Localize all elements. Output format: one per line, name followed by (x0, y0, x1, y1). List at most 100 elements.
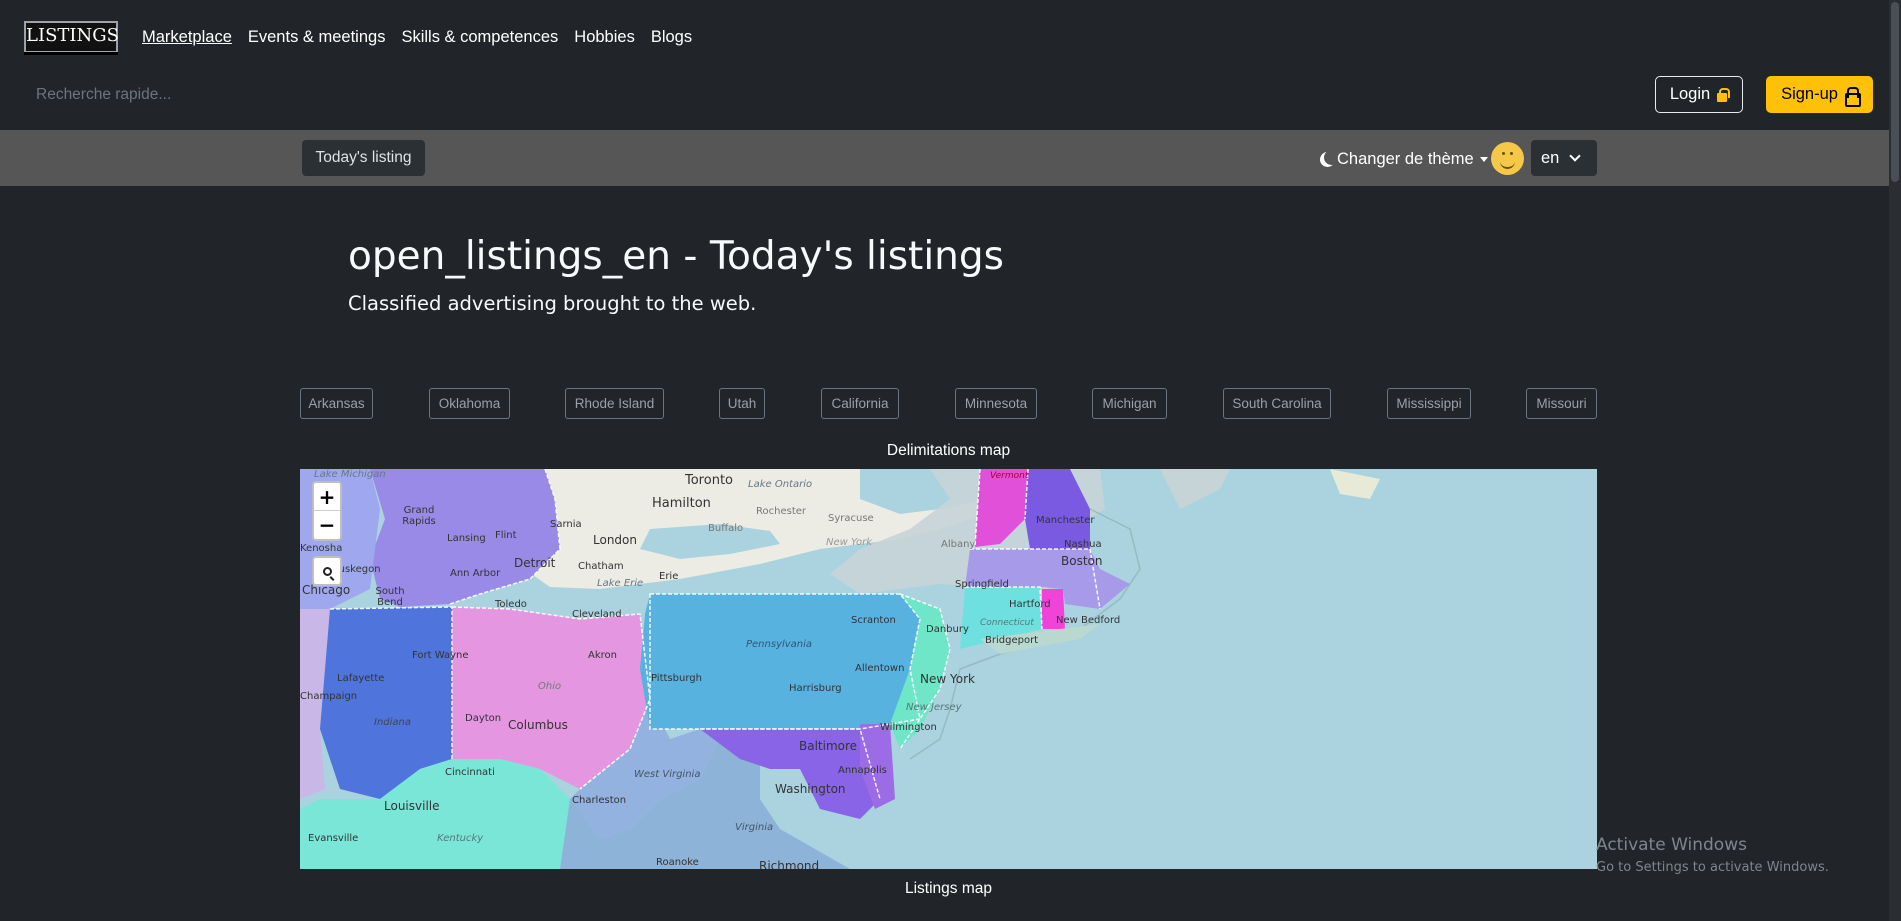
map-label-wilmington: Wilmington (880, 722, 937, 733)
language-select[interactable]: en (1531, 140, 1597, 176)
map-label-richmond: Richmond (759, 859, 820, 869)
state-chip-utah[interactable]: Utah (719, 388, 765, 419)
page-title: open_listings_en - Today's listings (348, 234, 1004, 279)
map-label-lake-ontario: Lake Ontario (748, 479, 813, 490)
map-label-south-bend: South Bend (375, 586, 405, 608)
state-chip-michigan[interactable]: Michigan (1092, 388, 1167, 419)
search-icon (322, 566, 332, 576)
map-label-virginia: Virginia (735, 822, 774, 833)
language-value: en (1541, 148, 1560, 167)
map-label-rochester: Rochester (756, 506, 806, 517)
delimitations-map-caption: Delimitations map (886, 442, 1011, 459)
map-label-lake-michigan: Lake Michigan (314, 469, 386, 480)
map-label-new-jersey: New Jersey (906, 702, 962, 713)
map-label-erie: Erie (659, 571, 679, 582)
map-label-allentown: Allentown (855, 663, 905, 674)
lock-icon (1716, 87, 1730, 102)
signup-button[interactable]: Sign-up (1766, 76, 1873, 113)
map-label-baltimore: Baltimore (799, 739, 858, 753)
state-chip-south-carolina[interactable]: South Carolina (1223, 388, 1331, 419)
map-label-nashua: Nashua (1064, 539, 1102, 550)
moon-icon (1320, 152, 1335, 167)
state-chip-arkansas[interactable]: Arkansas (300, 388, 373, 419)
map-label-west-virginia: West Virginia (634, 769, 701, 780)
map-label-new-bedford: New Bedford (1056, 615, 1121, 626)
map-label-dayton: Dayton (465, 713, 502, 724)
signup-label: Sign-up (1781, 85, 1838, 103)
map-label-albany: Albany (941, 539, 976, 550)
map-label-annapolis: Annapolis (838, 765, 887, 776)
map-label-kenosha: Kenosha (300, 543, 343, 554)
map-label-danbury: Danbury (926, 624, 969, 635)
map-label-toledo: Toledo (495, 599, 527, 610)
map-label-kentucky: Kentucky (437, 833, 484, 844)
zoom-in-button[interactable]: + (314, 483, 340, 511)
map-label-hamilton: Hamilton (652, 496, 711, 511)
top-navbar: LISTINGS Marketplace Events & meetings S… (0, 0, 1901, 130)
sub-toolbar: Today's listing Changer de thème en (0, 130, 1901, 186)
chevron-down-icon (1569, 150, 1582, 162)
map-label-hartford: Hartford (1009, 599, 1051, 610)
state-chip-california[interactable]: California (821, 388, 899, 419)
map-label-fort-wayne: Fort Wayne (412, 650, 469, 661)
smiley-icon[interactable] (1491, 142, 1524, 175)
map-label-springfield: Springfield (955, 579, 1009, 590)
nav-link-skills[interactable]: Skills & competences (401, 28, 558, 47)
scrollbar-thumb[interactable] (1891, 2, 1899, 182)
map-label-lansing: Lansing (447, 533, 486, 544)
site-logo[interactable]: LISTINGS (24, 21, 119, 55)
map-label-columbus: Columbus (508, 718, 568, 732)
nav-link-marketplace[interactable]: Marketplace (142, 28, 232, 47)
state-chip-oklahoma[interactable]: Oklahoma (429, 388, 510, 419)
page-subtitle: Classified advertising brought to the we… (348, 292, 757, 315)
map-label-toronto: Toronto (685, 473, 733, 488)
delimitations-map[interactable]: Toronto Hamilton London Chatham Detroit … (300, 469, 1597, 869)
zoom-out-button[interactable]: − (314, 511, 340, 539)
quick-search-input[interactable] (22, 80, 522, 110)
theme-dropdown[interactable]: Changer de thème (1320, 147, 1488, 171)
map-label-charleston: Charleston (572, 795, 627, 806)
map-label-lafayette: Lafayette (337, 673, 385, 684)
map-label-indiana: Indiana (374, 717, 412, 728)
map-canvas (300, 469, 1380, 869)
map-label-evansville: Evansville (308, 833, 359, 844)
map-zoom-control: + − (312, 481, 342, 541)
map-label-roanoke: Roanoke (656, 857, 699, 868)
map-label-cleveland: Cleveland (572, 609, 622, 620)
nav-link-blogs[interactable]: Blogs (651, 28, 692, 47)
state-chip-missouri[interactable]: Missouri (1526, 388, 1597, 419)
state-chip-rhode-island[interactable]: Rhode Island (565, 388, 664, 419)
map-label-lake-erie: Lake Erie (597, 578, 644, 589)
map-label-connecticut: Connecticut (980, 618, 1034, 628)
activate-windows-title: Activate Windows (1596, 835, 1747, 855)
map-label-pittsburgh: Pittsburgh (651, 673, 702, 684)
map-label-london: London (593, 533, 637, 547)
state-filter-list: Arkansas Oklahoma Rhode Island Utah Cali… (300, 388, 1597, 419)
map-label-scranton: Scranton (851, 615, 896, 626)
map-label-sarnia: Sarnia (550, 519, 582, 530)
map-label-harrisburg: Harrisburg (789, 683, 842, 694)
caret-down-icon (1479, 156, 1488, 162)
activate-windows-subtitle: Go to Settings to activate Windows. (1596, 860, 1829, 875)
map-label-flint: Flint (495, 530, 517, 541)
state-chip-mississippi[interactable]: Mississippi (1387, 388, 1471, 419)
map-label-louisville: Louisville (384, 799, 440, 813)
nav-link-events[interactable]: Events & meetings (248, 28, 386, 47)
listings-map-caption: Listings map (904, 880, 992, 897)
map-search-button[interactable] (312, 556, 342, 586)
map-label-new-york-state: New York (826, 537, 873, 548)
map-label-washington: Washington (775, 782, 846, 796)
state-chip-minnesota[interactable]: Minnesota (955, 388, 1037, 419)
map-label-grand-rapids: Grand Rapids (402, 505, 436, 527)
nav-link-hobbies[interactable]: Hobbies (574, 28, 635, 47)
map-label-champaign: Champaign (300, 691, 358, 702)
todays-listing-button[interactable]: Today's listing (302, 140, 425, 176)
map-label-syracuse: Syracuse (828, 513, 874, 524)
map-label-pennsylvania: Pennsylvania (746, 639, 813, 650)
map-label-cincinnati: Cincinnati (445, 767, 495, 778)
map-label-new-york: New York (920, 672, 975, 686)
map-label-bridgeport: Bridgeport (985, 635, 1039, 646)
theme-label: Changer de thème (1337, 149, 1474, 168)
login-button[interactable]: Login (1655, 76, 1743, 113)
map-label-boston: Boston (1061, 554, 1103, 568)
